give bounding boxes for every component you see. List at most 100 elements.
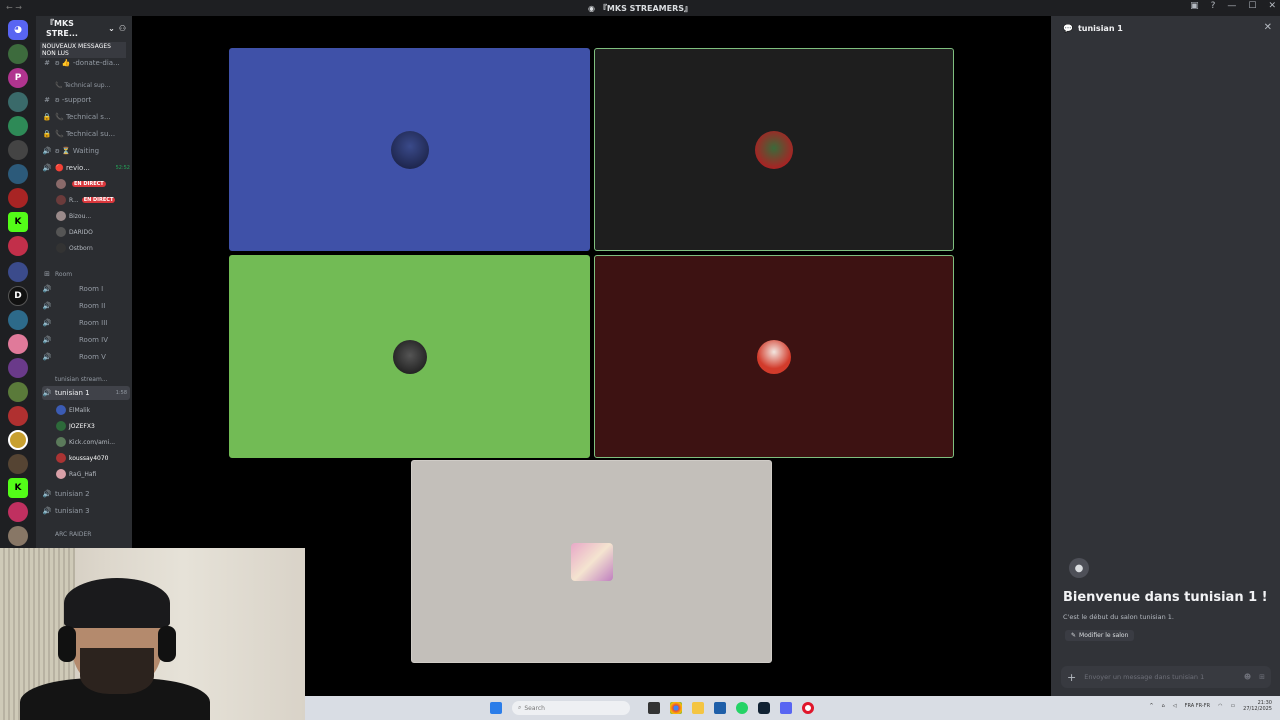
kick-server-icon[interactable]: K (8, 478, 28, 498)
title-bar: ← → ◉ 『MKS STREAMERS』 ▣ ? — ☐ ✕ (0, 0, 1280, 16)
taskbar-search[interactable]: ⌕ Search (512, 701, 630, 715)
speaker-icon: 🔊 (42, 319, 52, 327)
channel-room-1[interactable]: 🔊 Room I (42, 282, 130, 296)
speaker-icon: 🔊 (42, 507, 52, 515)
category-room[interactable]: ⊞ Room (42, 267, 130, 281)
server-icon[interactable]: D (8, 286, 28, 306)
server-icon[interactable] (8, 358, 28, 378)
avatar (56, 243, 66, 253)
edit-channel-button[interactable]: ✎ Modifier le salon (1065, 630, 1135, 641)
language-indicator[interactable]: FRA FR-FR (1185, 703, 1210, 709)
clock[interactable]: 21:30 27/12/2025 (1243, 700, 1272, 712)
message-input[interactable] (1084, 673, 1236, 681)
file-explorer-icon[interactable] (692, 702, 704, 714)
window-controls: ▣ ? — ☐ ✕ (1190, 1, 1276, 11)
voice-user[interactable]: DARIDO (56, 225, 130, 239)
channel-room-3[interactable]: 🔊 Room III (42, 316, 130, 330)
close-button[interactable]: ✕ (1268, 1, 1276, 11)
windows-start-icon[interactable] (490, 702, 502, 714)
tile-jozefx3[interactable] (594, 48, 954, 251)
server-icon[interactable] (8, 140, 28, 160)
server-icon[interactable] (8, 406, 28, 426)
server-icon[interactable] (8, 92, 28, 112)
battery-icon[interactable]: ▭ (1230, 703, 1235, 709)
channel-room-5[interactable]: 🔊 Room V (42, 350, 130, 364)
app-icon[interactable] (758, 702, 770, 714)
chat-bubble-icon: ● (1069, 558, 1089, 578)
volume-icon[interactable]: ◁ (1173, 703, 1177, 709)
task-view-icon[interactable] (648, 702, 660, 714)
server-badge-icon: ◉ (587, 3, 595, 13)
server-icon[interactable] (8, 116, 28, 136)
server-icon[interactable] (8, 44, 28, 64)
voice-user[interactable]: Kick.com/ami... (56, 435, 130, 449)
voice-user[interactable]: koussay4070 (56, 451, 130, 465)
channel-donate[interactable]: # ʚ 👍 -donate-dia... (42, 56, 130, 70)
voice-user[interactable]: Ostborn (56, 241, 130, 255)
server-icon[interactable] (8, 454, 28, 474)
kick-server-icon[interactable]: K (8, 212, 28, 232)
minimize-button[interactable]: — (1227, 1, 1236, 11)
tile-kick[interactable] (229, 255, 590, 458)
opera-icon[interactable] (802, 702, 814, 714)
server-icon[interactable] (8, 526, 28, 546)
server-icon[interactable] (8, 382, 28, 402)
store-icon[interactable] (714, 702, 726, 714)
avatar (570, 542, 613, 581)
voice-user[interactable]: R... EN DIRECT (56, 193, 130, 207)
server-icon[interactable] (8, 236, 28, 256)
channel-revio[interactable]: 🔊 🔴 revio... 52:52 (42, 161, 130, 175)
channel-room-2[interactable]: 🔊 Room II (42, 299, 130, 313)
channel-tunisian-2[interactable]: 🔊 tunisian 2 (42, 487, 130, 501)
close-icon[interactable]: ✕ (1264, 22, 1272, 33)
person-beard (80, 648, 154, 694)
plus-icon[interactable]: + (1067, 671, 1076, 684)
server-icon[interactable] (8, 262, 28, 282)
headset-icon (58, 626, 76, 662)
speaker-icon: 🔊 (42, 147, 52, 155)
channel-waiting[interactable]: 🔊 ʚ ⏳ Waiting (42, 144, 130, 158)
server-icon[interactable] (8, 310, 28, 330)
chevron-up-icon[interactable]: ^ (1149, 703, 1153, 709)
voice-user[interactable]: Bizou... (56, 209, 130, 223)
whatsapp-icon[interactable] (736, 702, 748, 714)
server-icon[interactable] (8, 502, 28, 522)
voice-user[interactable]: RaG_Hafi (56, 467, 130, 481)
maximize-button[interactable]: ☐ (1248, 1, 1256, 11)
tile-koussay[interactable] (594, 255, 954, 458)
back-forward-icon[interactable]: ← → (6, 3, 22, 12)
channel-technical-2[interactable]: 🔒 📞 Technical su... (42, 127, 130, 141)
voice-user[interactable]: JOZEFX3 (56, 419, 130, 433)
channel-tunisian-1[interactable]: 🔊 tunisian 1 1:58 (42, 386, 130, 400)
server-icon[interactable] (8, 164, 28, 184)
discord-icon[interactable] (780, 702, 792, 714)
chrome-icon[interactable] (670, 702, 682, 714)
discord-home-icon[interactable]: ◕ (8, 20, 28, 40)
avatar (56, 195, 66, 205)
channel-technical-1[interactable]: 🔒 📞 Technical s... (42, 110, 130, 124)
voice-user[interactable]: ElMalik (56, 403, 130, 417)
apps-icon[interactable]: ⊞ (1259, 673, 1265, 681)
speaker-icon: 🔊 (42, 336, 52, 344)
server-header[interactable]: 『MKS STRE... ⌄ ⚇ (36, 16, 132, 40)
category-technical[interactable]: 📞 Technical sup... (42, 78, 130, 92)
tile-rag[interactable] (411, 460, 772, 663)
voice-user[interactable]: EN DIRECT (56, 177, 130, 191)
channel-tunisian-3[interactable]: 🔊 tunisian 3 (42, 504, 130, 518)
inbox-icon[interactable]: ▣ (1190, 1, 1199, 11)
server-icon[interactable] (8, 430, 28, 450)
server-icon[interactable]: P (8, 68, 28, 88)
category-arc-raider[interactable]: ARC RAIDER (42, 527, 130, 541)
network-icon[interactable]: ⌂ (1162, 703, 1165, 709)
wifi-icon[interactable]: ◠ (1218, 703, 1222, 709)
speaker-icon: 🔊 (42, 353, 52, 361)
category-tunisian[interactable]: tunisian stream... (42, 372, 130, 386)
tile-elmalik[interactable] (229, 48, 590, 251)
help-icon[interactable]: ? (1211, 1, 1216, 11)
channel-room-4[interactable]: 🔊 Room IV (42, 333, 130, 347)
server-icon[interactable] (8, 334, 28, 354)
emoji-icon[interactable]: ☻ (1244, 673, 1251, 681)
add-member-icon[interactable]: ⚇ (119, 24, 126, 33)
channel-support[interactable]: # ʚ -support (42, 93, 130, 107)
server-icon[interactable] (8, 188, 28, 208)
